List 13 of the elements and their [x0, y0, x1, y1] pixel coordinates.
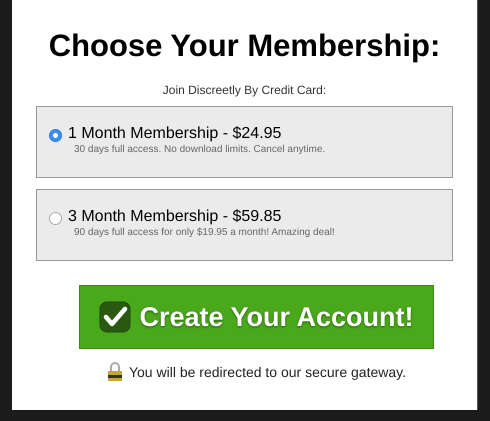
- subtitle: Join Discreetly By Credit Card:: [162, 83, 326, 97]
- plan-option[interactable]: 3 Month Membership - $59.85 90 days full access for only $19.95 a month! Amazing deal!: [36, 189, 453, 261]
- checkmark-icon: [99, 301, 132, 333]
- page-title: Choose Your Membership:: [48, 28, 440, 64]
- radio-button[interactable]: [49, 129, 62, 142]
- plan-name: 1 Month Membership - $24.95: [68, 124, 282, 144]
- radio-button[interactable]: [49, 212, 62, 225]
- padlock-icon: [106, 362, 123, 382]
- plan-name: 3 Month Membership - $59.85: [68, 207, 282, 227]
- secure-notice: You will be redirected to our secure gateway.: [128, 364, 406, 380]
- plan-description: 30 days full access. No download limits. Cancel anytime.: [74, 144, 326, 156]
- plan-option[interactable]: 1 Month Membership - $24.95 30 days full access. No download limits. Cancel anytime.: [36, 106, 453, 178]
- plan-description: 90 days full access for only $19.95 a month! Amazing deal!: [74, 227, 335, 239]
